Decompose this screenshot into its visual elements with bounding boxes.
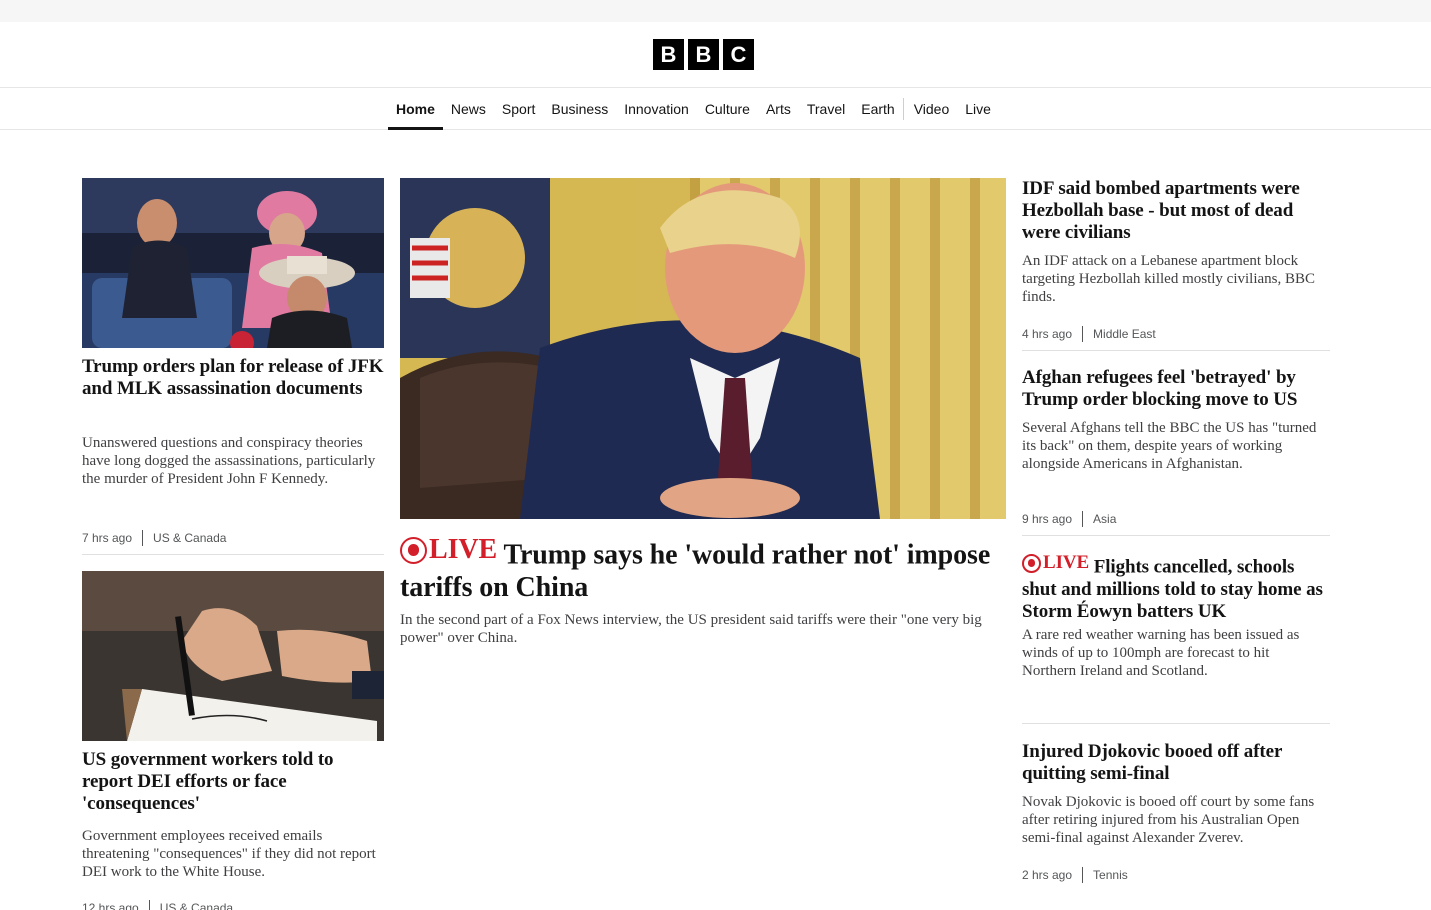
right-column-divider xyxy=(1022,350,1330,351)
main-story-headline-block[interactable]: LIVE Trump says he 'would rather not' im… xyxy=(400,534,1006,604)
djokovic-story-headline[interactable]: Injured Djokovic booed off after quittin… xyxy=(1022,741,1332,785)
main-story-image[interactable] xyxy=(400,178,1006,519)
djokovic-story-time: 2 hrs ago xyxy=(1022,868,1073,882)
nav-item-innovation[interactable]: Innovation xyxy=(616,88,697,130)
storm-story-headline-block[interactable]: LIVE Flights cancelled, schools shut and… xyxy=(1022,552,1332,623)
jfk-story-time: 7 hrs ago xyxy=(82,531,133,545)
afghan-story-section[interactable]: Asia xyxy=(1093,512,1116,526)
nav-item-arts[interactable]: Arts xyxy=(758,88,799,130)
logo-letter-b1: B xyxy=(653,39,684,70)
masthead: B B C xyxy=(0,22,1431,88)
nav-divider xyxy=(902,98,904,120)
meta-divider xyxy=(1082,867,1084,883)
idf-story-headline[interactable]: IDF said bombed apartments were Hezbolla… xyxy=(1022,178,1332,244)
dei-story-image[interactable] xyxy=(82,571,384,741)
right-column-divider xyxy=(1022,535,1330,536)
main-navigation: Home News Sport Business Innovation Cult… xyxy=(0,88,1431,130)
jfk-story-meta: 7 hrs ago US & Canada xyxy=(82,530,226,546)
djokovic-story-meta: 2 hrs ago Tennis xyxy=(1022,867,1128,883)
live-indicator-icon xyxy=(400,536,427,564)
nav-item-culture[interactable]: Culture xyxy=(697,88,758,130)
afghan-story-meta: 9 hrs ago Asia xyxy=(1022,511,1116,527)
idf-story-time: 4 hrs ago xyxy=(1022,327,1073,341)
djokovic-story-section[interactable]: Tennis xyxy=(1093,868,1128,882)
nav-item-business[interactable]: Business xyxy=(543,88,616,130)
bbc-logo[interactable]: B B C xyxy=(653,39,754,70)
dei-story-time: 12 hrs ago xyxy=(82,901,139,910)
live-badge: LIVE xyxy=(400,534,497,566)
live-label: LIVE xyxy=(429,534,498,565)
afghan-story-summary: Several Afghans tell the BBC the US has … xyxy=(1022,420,1317,472)
dei-story-summary: Government employees received emails thr… xyxy=(82,828,376,880)
jfk-story-summary: Unanswered questions and conspiracy theo… xyxy=(82,435,376,487)
browser-top-strip xyxy=(0,0,1431,22)
meta-divider xyxy=(1082,511,1084,527)
idf-story-section[interactable]: Middle East xyxy=(1093,327,1156,341)
live-label: LIVE xyxy=(1043,552,1090,573)
nav-item-video[interactable]: Video xyxy=(906,88,958,130)
nav-item-sport[interactable]: Sport xyxy=(494,88,543,130)
dei-story-section[interactable]: US & Canada xyxy=(160,901,233,910)
meta-divider xyxy=(142,530,144,546)
idf-story-meta: 4 hrs ago Middle East xyxy=(1022,326,1156,342)
dei-story-headline[interactable]: US government workers told to report DEI… xyxy=(82,749,384,815)
djokovic-story-summary: Novak Djokovic is booed off court by som… xyxy=(1022,794,1315,846)
nav-item-home[interactable]: Home xyxy=(388,88,443,130)
nav-item-earth[interactable]: Earth xyxy=(853,88,902,130)
right-column-divider xyxy=(1022,723,1330,724)
main-story-summary: In the second part of a Fox News intervi… xyxy=(400,612,982,646)
left-column-divider xyxy=(82,554,384,555)
afghan-story-headline[interactable]: Afghan refugees feel 'betrayed' by Trump… xyxy=(1022,367,1332,411)
meta-divider xyxy=(1082,326,1084,342)
jfk-story-image[interactable] xyxy=(82,178,384,348)
nav-item-travel[interactable]: Travel xyxy=(799,88,853,130)
idf-story-summary: An IDF attack on a Lebanese apartment bl… xyxy=(1022,253,1316,305)
jfk-story-headline[interactable]: Trump orders plan for release of JFK and… xyxy=(82,356,384,400)
nav-item-news[interactable]: News xyxy=(443,88,494,130)
logo-letter-c: C xyxy=(723,39,754,70)
live-indicator-icon xyxy=(1022,553,1041,573)
live-badge: LIVE xyxy=(1022,552,1089,574)
dei-story-meta: 12 hrs ago US & Canada xyxy=(82,900,233,910)
storm-story-summary: A rare red weather warning has been issu… xyxy=(1022,627,1300,679)
jfk-photo-illustration xyxy=(82,178,384,348)
meta-divider xyxy=(148,900,150,910)
jfk-story-section[interactable]: US & Canada xyxy=(153,531,226,545)
logo-letter-b2: B xyxy=(688,39,719,70)
trump-photo-illustration xyxy=(400,178,1006,519)
nav-item-live[interactable]: Live xyxy=(957,88,999,130)
signing-photo-illustration xyxy=(82,571,384,741)
afghan-story-time: 9 hrs ago xyxy=(1022,512,1073,526)
